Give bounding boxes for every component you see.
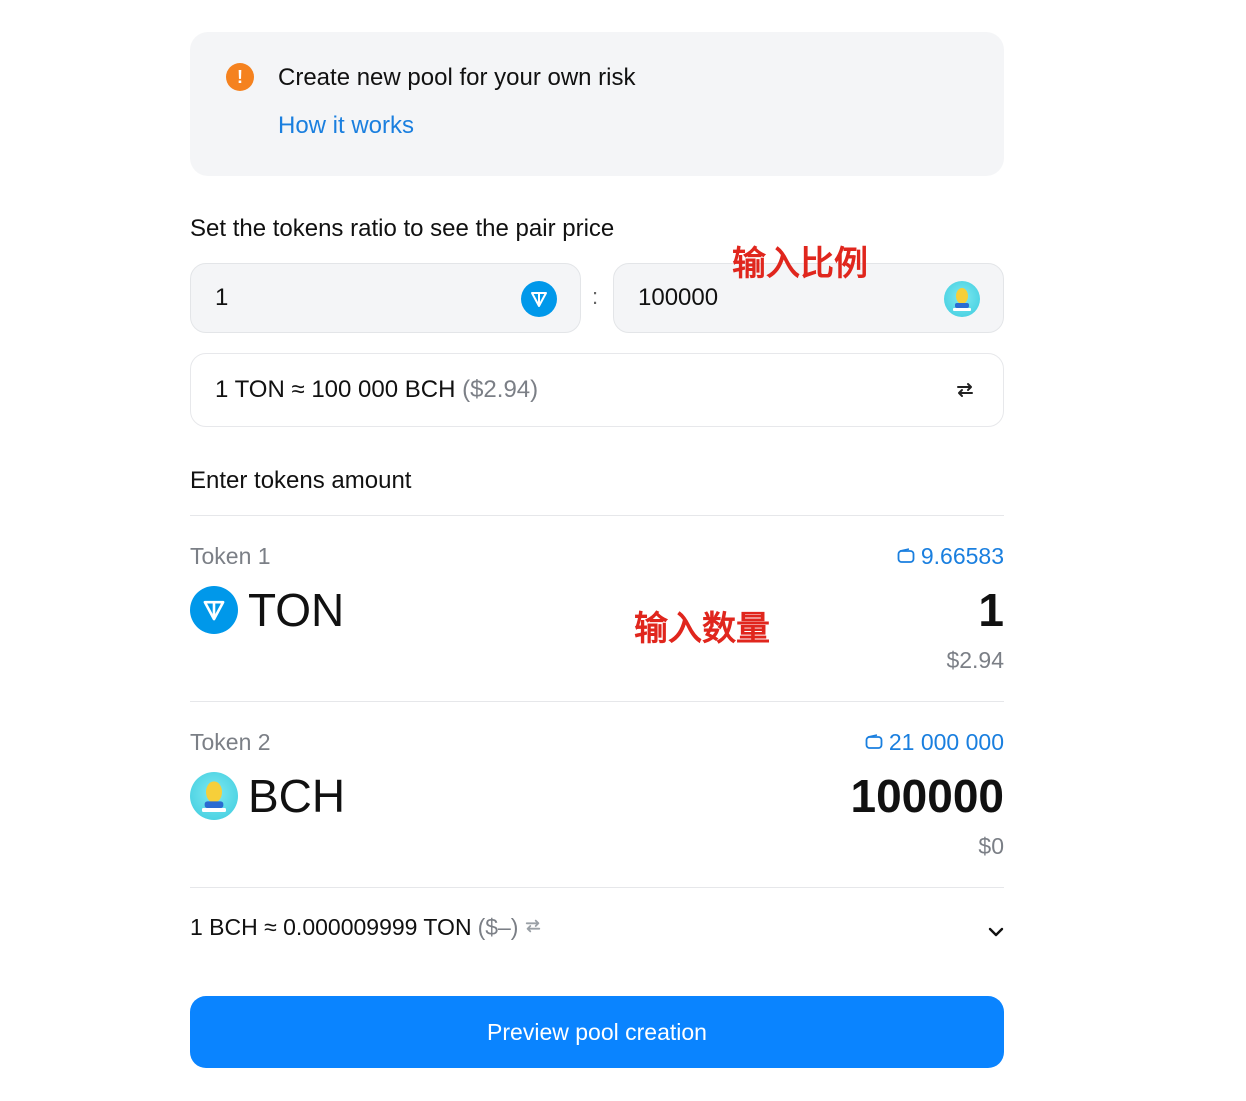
- token-1-balance-value: 9.66583: [920, 543, 1004, 569]
- token-2-symbol: BCH: [248, 770, 346, 822]
- amount-section-title: Enter tokens amount: [190, 467, 412, 494]
- ton-logo-icon: [190, 586, 238, 634]
- bch-logo-icon: [944, 281, 980, 317]
- token-2-label: Token 2: [190, 729, 271, 755]
- token-1-usd-value: $2.94: [946, 647, 1004, 673]
- pair-price-text: 1 TON ≈ 100 000 BCH: [215, 376, 456, 403]
- divider: [190, 515, 1004, 516]
- ratio-input-2[interactable]: [638, 282, 918, 314]
- token-2-usd-value: $0: [978, 833, 1004, 859]
- bch-logo-icon: [190, 772, 238, 820]
- warning-banner: ! Create new pool for your own risk How …: [190, 32, 1004, 176]
- token-1-selector[interactable]: TON: [190, 583, 344, 637]
- wallet-icon: [865, 729, 883, 756]
- how-it-works-link[interactable]: How it works: [278, 112, 414, 140]
- ratio-section-title: Set the tokens ratio to see the pair pri…: [190, 215, 615, 242]
- rate-usd: ($–): [477, 914, 519, 940]
- divider: [190, 887, 1004, 888]
- warning-message: Create new pool for your own risk: [278, 64, 636, 91]
- divider: [190, 701, 1004, 702]
- pair-price-usd: ($2.94): [462, 376, 539, 403]
- token-2-balance[interactable]: 21 000 000: [865, 729, 1004, 756]
- swap-arrows-icon[interactable]: [951, 376, 979, 404]
- pair-price: 1 TON ≈ 100 000 BCH ($2.94): [215, 376, 538, 404]
- token-2-selector[interactable]: BCH: [190, 769, 345, 823]
- ratio-field-token-1[interactable]: [190, 263, 581, 333]
- exclamation-icon: !: [226, 63, 254, 91]
- token-1-amount-input[interactable]: 1: [978, 583, 1004, 637]
- ratio-annotation: 输入比例: [732, 245, 868, 283]
- chevron-down-icon[interactable]: [984, 920, 1008, 944]
- pair-price-row: 1 TON ≈ 100 000 BCH ($2.94): [190, 353, 1004, 427]
- token-1-balance[interactable]: 9.66583: [897, 543, 1004, 570]
- amount-annotation: 输入数量: [634, 610, 770, 648]
- token-2-balance-value: 21 000 000: [888, 729, 1004, 755]
- rate-line: 1 BCH ≈ 0.000009999 TON ($–): [190, 914, 542, 941]
- swap-arrows-icon[interactable]: [524, 914, 542, 941]
- rate-text: 1 BCH ≈ 0.000009999 TON: [190, 914, 472, 940]
- token-2-amount-input[interactable]: 100000: [851, 769, 1005, 823]
- ratio-separator: :: [592, 284, 599, 309]
- ton-logo-icon: [521, 281, 557, 317]
- token-1-label: Token 1: [190, 543, 271, 569]
- token-1-symbol: TON: [248, 584, 345, 636]
- ratio-input-1[interactable]: [215, 282, 495, 314]
- wallet-icon: [897, 543, 915, 570]
- preview-pool-creation-button[interactable]: Preview pool creation: [190, 996, 1004, 1068]
